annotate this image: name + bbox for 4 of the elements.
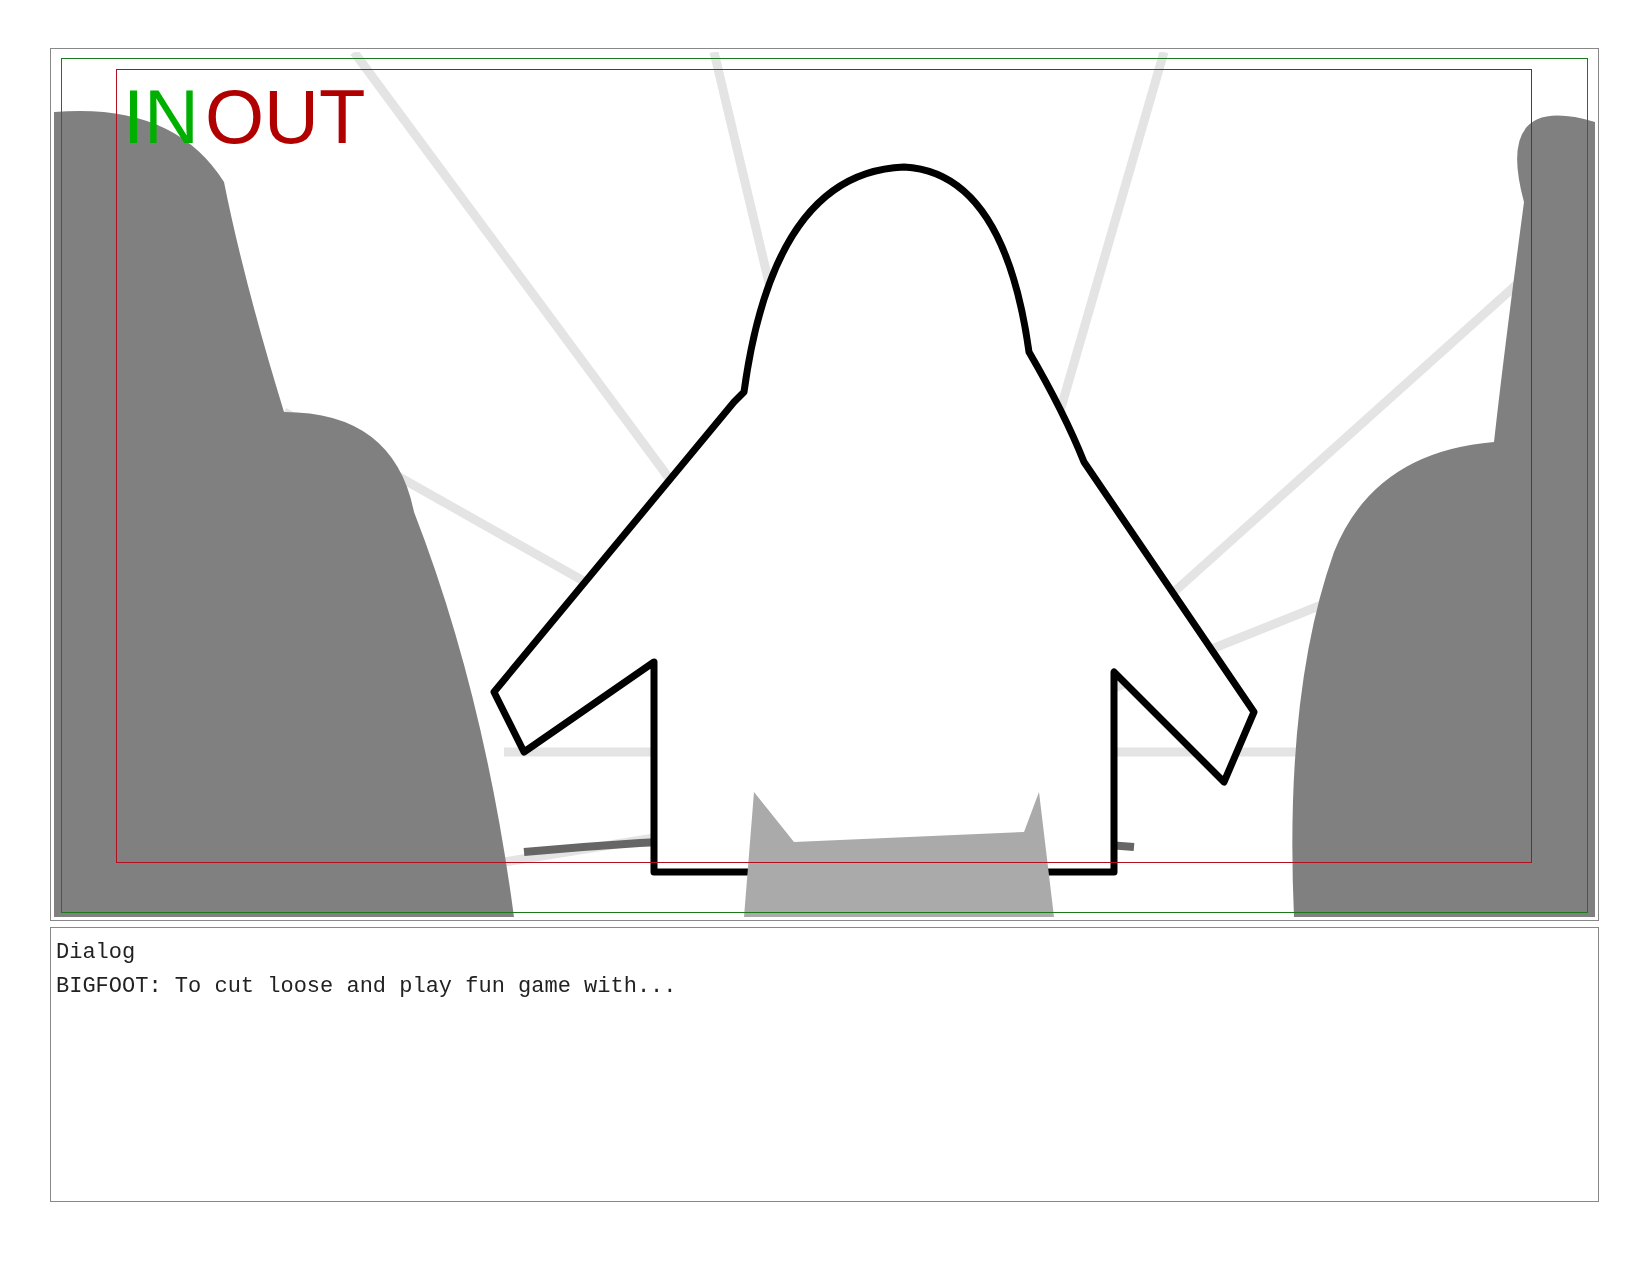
dialog-text: BIGFOOT: To cut loose and play fun game with...	[56, 973, 677, 1001]
overlay-label: OUT	[205, 77, 366, 161]
dialog-heading: Dialog	[56, 939, 136, 967]
overlay-label: IN	[123, 77, 199, 161]
